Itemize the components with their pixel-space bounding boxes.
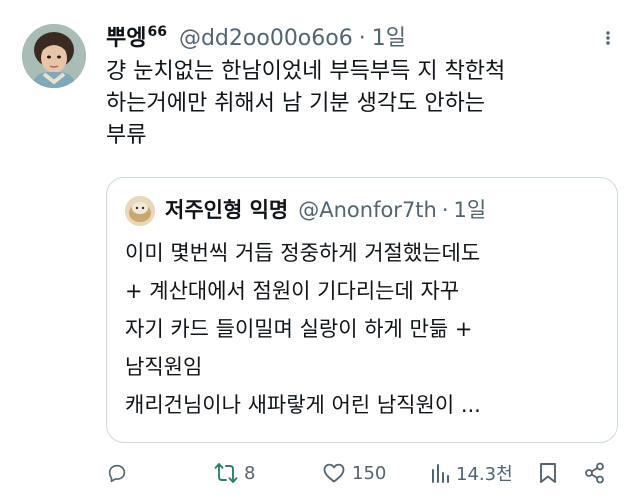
reply-button[interactable] (106, 456, 134, 490)
tweet-text-line: 걍 눈치없는 한남이었네 부득부득 지 착한척 (106, 59, 506, 84)
author-handle[interactable]: @dd2oo00o6o6 (179, 26, 353, 51)
quoted-tweet[interactable]: 저주인형 익명 @Anonfor7th · 1일 이미 몇번씩 거듭 정중하게 … (106, 177, 618, 443)
bookmark-icon (540, 463, 556, 483)
quote-text-line: 이미 몇번씩 거듭 정중하게 거절했는데도 (125, 241, 481, 265)
bookmark-button[interactable] (538, 456, 558, 490)
tweet-text-line: 하는거에만 취해서 남 기분 생각도 안하는 (106, 91, 486, 116)
share-icon (585, 462, 604, 484)
quote-text-line: + 계산대에서 점원이 기다리는데 자꾸 (125, 279, 460, 303)
retweet-button[interactable]: 8 (214, 456, 255, 490)
separator-dot: · (358, 26, 366, 51)
heart-icon (323, 463, 345, 483)
share-button[interactable] (584, 456, 606, 490)
views-button[interactable]: 14.3천 (430, 456, 513, 490)
quote-avatar-image (125, 196, 155, 226)
retweet-icon (214, 463, 238, 483)
quote-time[interactable]: 1일 (454, 194, 487, 224)
action-bar: 8 150 14.3천 (0, 456, 640, 490)
avatar-image (22, 24, 86, 88)
more-icon[interactable] (600, 30, 616, 46)
quote-author-handle[interactable]: @Anonfor7th (298, 198, 437, 222)
tweet-header: 뿌엥66 @dd2oo00o6o6 · 1일 (106, 20, 406, 54)
like-button[interactable]: 150 (322, 456, 386, 490)
author-name-suffix: 66 (147, 24, 167, 40)
quote-text-line: 자기 카드 들이밀며 실랑이 하게 만듦 + (125, 317, 473, 341)
view-count: 14.3천 (456, 464, 513, 485)
quote-separator-dot: · (441, 198, 449, 222)
tweet-text: 걍 눈치없는 한남이었네 부득부득 지 착한척 하는거에만 취해서 남 기분 생… (106, 56, 626, 152)
quote-author-name[interactable]: 저주인형 익명 (165, 194, 288, 224)
retweet-count: 8 (244, 462, 256, 484)
tweet-time[interactable]: 1일 (372, 20, 406, 52)
quote-text-line: 남직원임 (125, 355, 203, 379)
author-name[interactable]: 뿌엥66 (106, 20, 167, 52)
tweet-text-line: 부류 (106, 123, 147, 148)
quote-text: 이미 몇번씩 거듭 정중하게 거절했는데도 + 계산대에서 점원이 기다리는데 … (125, 234, 605, 424)
quote-author-avatar[interactable] (125, 196, 155, 226)
author-avatar[interactable] (22, 24, 86, 88)
reply-icon (108, 464, 126, 483)
like-count: 150 (352, 462, 387, 484)
quote-header: 저주인형 익명 @Anonfor7th · 1일 (165, 194, 486, 224)
views-icon (432, 464, 449, 483)
quote-text-line: 캐리건님이나 새파랗게 어린 남직원이 ... (125, 393, 481, 417)
